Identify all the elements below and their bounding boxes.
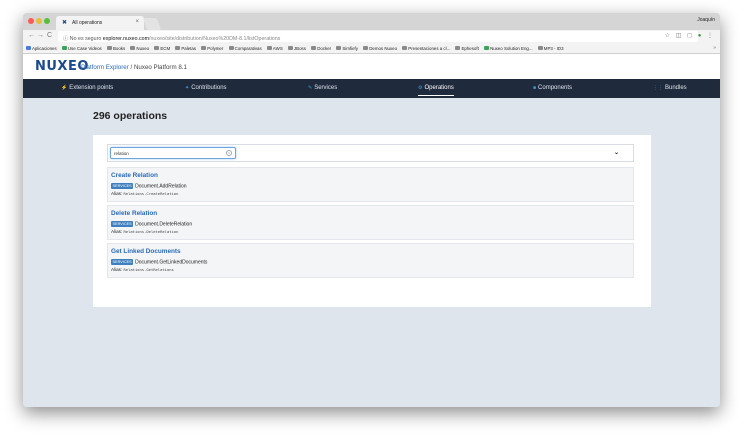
plug-icon: ⚡ — [61, 85, 68, 91]
nuxeo-favicon-icon: ✖ — [62, 20, 68, 26]
breadcrumb: Platform Explorer / Nuxeo Platform 8.1 — [81, 64, 187, 71]
bookmark-item[interactable]: Aplicaciones — [26, 46, 57, 51]
window-maximize-button[interactable] — [44, 18, 50, 24]
search-box: × — [110, 147, 236, 159]
operation-title-link[interactable]: Delete Relation — [111, 210, 157, 217]
filter-bar: × ⌄ — [107, 144, 634, 162]
operation-title-link[interactable]: Get Linked Documents — [111, 248, 181, 255]
bookmark-item[interactable]: JBoss — [287, 46, 306, 51]
forward-icon[interactable]: → — [37, 32, 44, 40]
address-bar[interactable]: ⓘ No es seguro explorer.nuxeo.com/nuxeo/… — [58, 31, 698, 42]
nav-extension-points[interactable]: ⚡ Extension points — [61, 85, 113, 91]
operation-item[interactable]: Get Linked Documents SERVICES Document.Ge… — [107, 243, 634, 278]
operation-id-line: SERVICES Document.AddRelation — [111, 183, 187, 189]
url-host: explorer.nuxeo.com — [102, 35, 150, 42]
window-minimize-button[interactable] — [36, 18, 42, 24]
main-nav: ⚡ Extension points ✦ Contributions ✎ Servic… — [23, 79, 720, 98]
app-header: NUXEO Platform Explorer / Nuxeo Platform… — [23, 54, 720, 79]
operation-alias-line: Alias: Relations.GetRelations — [111, 267, 174, 272]
services-badge: SERVICES — [111, 221, 134, 227]
browser-window: ✖ All operations × Joaquín ← → C ⓘ No es… — [23, 13, 720, 407]
reload-icon[interactable]: C — [47, 32, 52, 40]
bookmark-item[interactable]: Presentaciones a cl... — [402, 46, 450, 51]
bookmark-item[interactable]: Polymer — [201, 46, 223, 51]
operation-alias-line: Alias: Relations.CreateRelation — [111, 191, 179, 196]
nav-services[interactable]: ✎ Services — [308, 85, 337, 91]
wrench-icon: ✎ — [308, 85, 313, 91]
extension-green-icon: ● — [697, 33, 704, 39]
operation-id: Document.DeleteRelation — [135, 221, 193, 228]
bookmarks-bar: Aplicaciones Use Case Videos Books Nuxeo… — [23, 43, 720, 54]
nav-bundles[interactable]: ⋮⋮ Bundles — [653, 85, 687, 91]
puzzle-icon: ✦ — [185, 85, 190, 91]
back-icon[interactable]: ← — [28, 32, 35, 40]
new-tab-button[interactable] — [142, 18, 162, 30]
bookmark-item[interactable]: AWS — [266, 46, 283, 51]
bookmark-item[interactable]: Docker — [311, 46, 331, 51]
breadcrumb-current: / Nuxeo Platform 8.1 — [128, 64, 187, 71]
services-badge: SERVICES — [111, 183, 134, 189]
main-content: 296 operations × ⌄ Create Relation SERVI… — [23, 98, 720, 407]
cube-icon: ■ — [533, 85, 537, 91]
nav-contributions[interactable]: ✦ Contributions — [185, 85, 227, 91]
search-input[interactable] — [111, 148, 221, 158]
bookmark-item[interactable]: Simfiefy — [336, 46, 358, 51]
url-path: /nuxeo/site/distribution/Nuxeo%20DM-8.1/… — [149, 35, 281, 42]
clear-search-icon[interactable]: × — [226, 150, 232, 156]
profile-name[interactable]: Joaquín — [697, 17, 715, 23]
bookmark-item[interactable]: Comparativas — [228, 46, 262, 51]
bookmark-item[interactable]: Ephesoft — [455, 46, 479, 51]
tab-title: All operations — [72, 20, 103, 26]
operation-alias: Relations.DeleteRelation — [123, 229, 179, 234]
bookmark-item[interactable]: Nuxeo — [130, 46, 149, 51]
bookmark-item[interactable]: ECM — [154, 46, 170, 51]
browser-toolbar: ← → C ⓘ No es seguro explorer.nuxeo.com/… — [23, 30, 720, 43]
operation-id: Document.GetLinkedDocuments — [135, 259, 208, 266]
operation-item[interactable]: Delete Relation SERVICES Document.DeleteR… — [107, 205, 634, 240]
browser-tab[interactable]: ✖ All operations × — [56, 16, 144, 30]
bookmark-item[interactable]: Paletas — [175, 46, 196, 51]
page-title: 296 operations — [93, 110, 168, 122]
operation-id: Document.AddRelation — [135, 183, 187, 190]
operation-id-line: SERVICES Document.DeleteRelation — [111, 221, 192, 227]
nav-operations[interactable]: ⚙ Operations — [418, 85, 454, 96]
bookmark-item[interactable]: Demos Nuxeo — [363, 46, 397, 51]
tab-close-icon[interactable]: × — [135, 19, 139, 25]
bookmark-item[interactable]: Nuxeo Solution Eng... — [484, 46, 533, 51]
breadcrumb-platform-explorer-link[interactable]: Platform Explorer — [81, 64, 129, 71]
operation-id-line: SERVICES Document.GetLinkedDocuments — [111, 259, 207, 265]
tab-bar: ✖ All operations × Joaquín — [23, 13, 720, 30]
operations-panel: × ⌄ Create Relation SERVICESDocument.Add… — [93, 135, 651, 307]
bookmark-item[interactable]: Books — [106, 46, 125, 51]
security-label: No es seguro — [69, 35, 102, 42]
bookmark-item[interactable]: MP3 - ID3 — [537, 46, 564, 51]
services-badge: SERVICES — [111, 259, 134, 265]
operation-alias-line: Alias: Relations.DeleteRelation — [111, 229, 179, 234]
bookmark-item[interactable]: Use Case Videos — [61, 46, 102, 51]
operation-alias: Relations.GetRelations — [123, 267, 174, 272]
nav-components[interactable]: ■ Components — [533, 85, 572, 91]
operation-item[interactable]: Create Relation SERVICES Document.AddRela… — [107, 167, 634, 202]
operation-alias: Relations.CreateRelation — [123, 191, 179, 196]
toolbar-extension-icons[interactable]: ☆ ◫ ◻ ● ⋮ — [665, 32, 715, 39]
bookmarks-overflow-icon[interactable]: » — [713, 45, 716, 51]
bundle-icon: ⋮⋮ — [653, 85, 663, 91]
info-icon: ⓘ — [63, 35, 70, 42]
chevron-down-icon[interactable]: ⌄ — [614, 149, 619, 156]
window-close-button[interactable] — [28, 18, 34, 24]
cog-icon: ⚙ — [418, 85, 423, 91]
operation-title-link[interactable]: Create Relation — [111, 172, 158, 179]
